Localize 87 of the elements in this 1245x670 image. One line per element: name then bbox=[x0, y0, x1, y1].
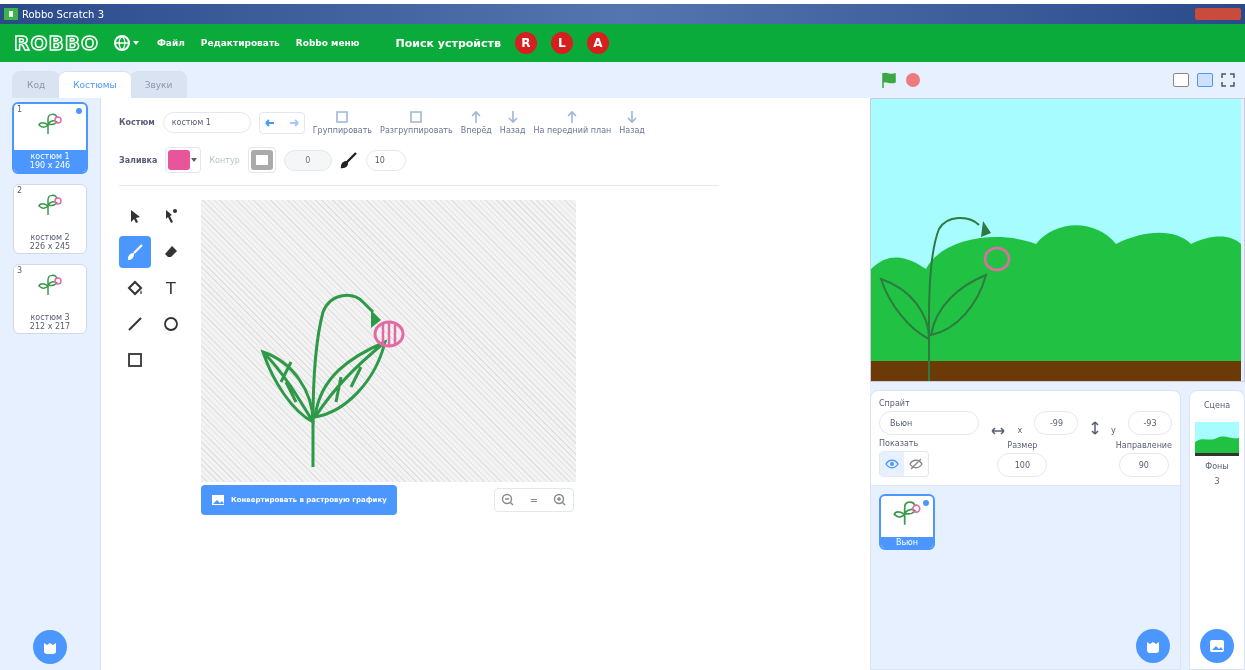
x-label: x bbox=[1017, 426, 1023, 435]
text-tool-button[interactable]: T bbox=[155, 272, 187, 304]
brush-icon bbox=[127, 244, 143, 260]
circle-icon bbox=[163, 316, 179, 332]
stage-title: Сцена bbox=[1203, 401, 1231, 410]
down-arrow-icon bbox=[505, 110, 520, 124]
add-costume-button[interactable] bbox=[33, 630, 67, 664]
costume-name: костюм 3 bbox=[30, 313, 70, 322]
caret-icon bbox=[190, 157, 199, 163]
globe-icon[interactable] bbox=[112, 34, 141, 52]
sprite-tile[interactable]: Вьюн bbox=[879, 494, 935, 550]
costume-name-field[interactable]: костюм 1 bbox=[162, 112, 251, 133]
costume-size: 190 x 246 bbox=[29, 161, 71, 170]
image-icon bbox=[211, 494, 225, 506]
tab[interactable]: Костюмы bbox=[58, 71, 132, 98]
robot-status-button[interactable]: L bbox=[550, 32, 573, 54]
size-label: Размер bbox=[1007, 441, 1038, 450]
backdrop-thumbnail-icon[interactable] bbox=[1195, 422, 1239, 456]
small-stage-icon[interactable] bbox=[1173, 73, 1189, 87]
fill-color-picker[interactable] bbox=[165, 147, 202, 173]
arrange-button[interactable]: Назад bbox=[619, 110, 645, 135]
sprite-label: Спрайт bbox=[879, 399, 911, 408]
costume-tile[interactable]: 3 костюм 3 212 x 217 bbox=[13, 264, 87, 334]
horizontal-arrows-icon bbox=[991, 427, 1006, 435]
direction-field[interactable]: 90 bbox=[1118, 453, 1169, 477]
add-backdrop-button[interactable] bbox=[1200, 629, 1234, 663]
arrange-button[interactable]: На передний план bbox=[533, 110, 612, 135]
backdrops-label: Фоны bbox=[1205, 462, 1229, 471]
costume-name: костюм 1 bbox=[30, 152, 70, 161]
menu-item[interactable]: Редактировать bbox=[200, 38, 280, 48]
outline-color-picker[interactable] bbox=[247, 147, 276, 173]
image-icon bbox=[1208, 638, 1226, 654]
costume-tile[interactable]: 2 костюм 2 226 x 245 bbox=[13, 184, 87, 254]
sprite-name: Вьюн bbox=[881, 537, 933, 548]
y-field[interactable]: -93 bbox=[1127, 411, 1172, 435]
x-field[interactable]: -99 bbox=[1034, 411, 1079, 435]
outline-width-field[interactable]: 0 bbox=[283, 149, 332, 171]
drawing-canvas[interactable] bbox=[201, 200, 576, 482]
flag-icon[interactable] bbox=[880, 71, 898, 89]
arrange-button[interactable]: Назад bbox=[499, 110, 526, 135]
costume-name: костюм 2 bbox=[30, 233, 70, 242]
costume-size: 226 x 245 bbox=[29, 242, 71, 251]
down-arrow-icon bbox=[625, 110, 640, 124]
device-search-menu[interactable]: Поиск устройств bbox=[395, 36, 501, 50]
square-icon bbox=[409, 110, 424, 124]
show-sprite-button[interactable] bbox=[880, 452, 904, 476]
arrange-button[interactable]: Группировать bbox=[312, 110, 373, 135]
robot-status-button[interactable]: R bbox=[514, 32, 537, 54]
fullscreen-icon[interactable] bbox=[1221, 73, 1235, 87]
costume-number: 3 bbox=[17, 266, 23, 275]
vertical-arrows-icon bbox=[1090, 421, 1099, 435]
paint-bucket-icon bbox=[127, 280, 143, 296]
costume-size: 212 x 217 bbox=[29, 322, 71, 331]
costume-label: Костюм bbox=[119, 118, 155, 127]
arrange-button[interactable]: Вперёд bbox=[460, 110, 492, 135]
outline-label: Контур bbox=[209, 155, 240, 165]
square-icon bbox=[335, 110, 350, 124]
app-icon bbox=[4, 8, 18, 20]
costume-tile[interactable]: 1 костюм 1 190 x 246 bbox=[12, 102, 88, 174]
arrange-button[interactable]: Разгруппировать bbox=[380, 110, 453, 135]
eraser-icon bbox=[163, 244, 179, 260]
direction-label: Направление bbox=[1115, 441, 1172, 450]
brush-icon bbox=[339, 151, 358, 169]
fill-label: Заливка bbox=[119, 155, 158, 165]
line-icon bbox=[127, 316, 143, 332]
sprite-name-field[interactable]: Вьюн bbox=[879, 411, 979, 435]
window-title: Robbo Scratch 3 bbox=[22, 8, 104, 20]
delete-icon[interactable] bbox=[921, 498, 931, 508]
undo-redo-buttons[interactable] bbox=[258, 111, 305, 134]
costume-number: 2 bbox=[17, 186, 23, 195]
stop-icon[interactable] bbox=[906, 73, 920, 87]
costume-number: 1 bbox=[17, 105, 23, 114]
pointer-dot-icon bbox=[163, 208, 179, 224]
eye-icon bbox=[885, 459, 899, 469]
add-sprite-button[interactable] bbox=[1136, 629, 1170, 663]
size-field[interactable]: 100 bbox=[997, 453, 1048, 477]
menu-item[interactable]: Файл bbox=[156, 38, 185, 48]
large-stage-icon[interactable] bbox=[1197, 73, 1213, 87]
y-label: y bbox=[1111, 426, 1116, 435]
menu-item[interactable]: Robbo меню bbox=[295, 38, 360, 48]
delete-icon[interactable] bbox=[74, 106, 84, 116]
show-label: Показать bbox=[879, 439, 920, 448]
logo: ROBBO bbox=[14, 31, 99, 55]
robot-status-button[interactable]: A bbox=[586, 32, 609, 54]
crossed-eye-icon bbox=[909, 458, 923, 470]
backdrops-count: 3 bbox=[1214, 477, 1220, 486]
square-icon bbox=[127, 352, 143, 368]
